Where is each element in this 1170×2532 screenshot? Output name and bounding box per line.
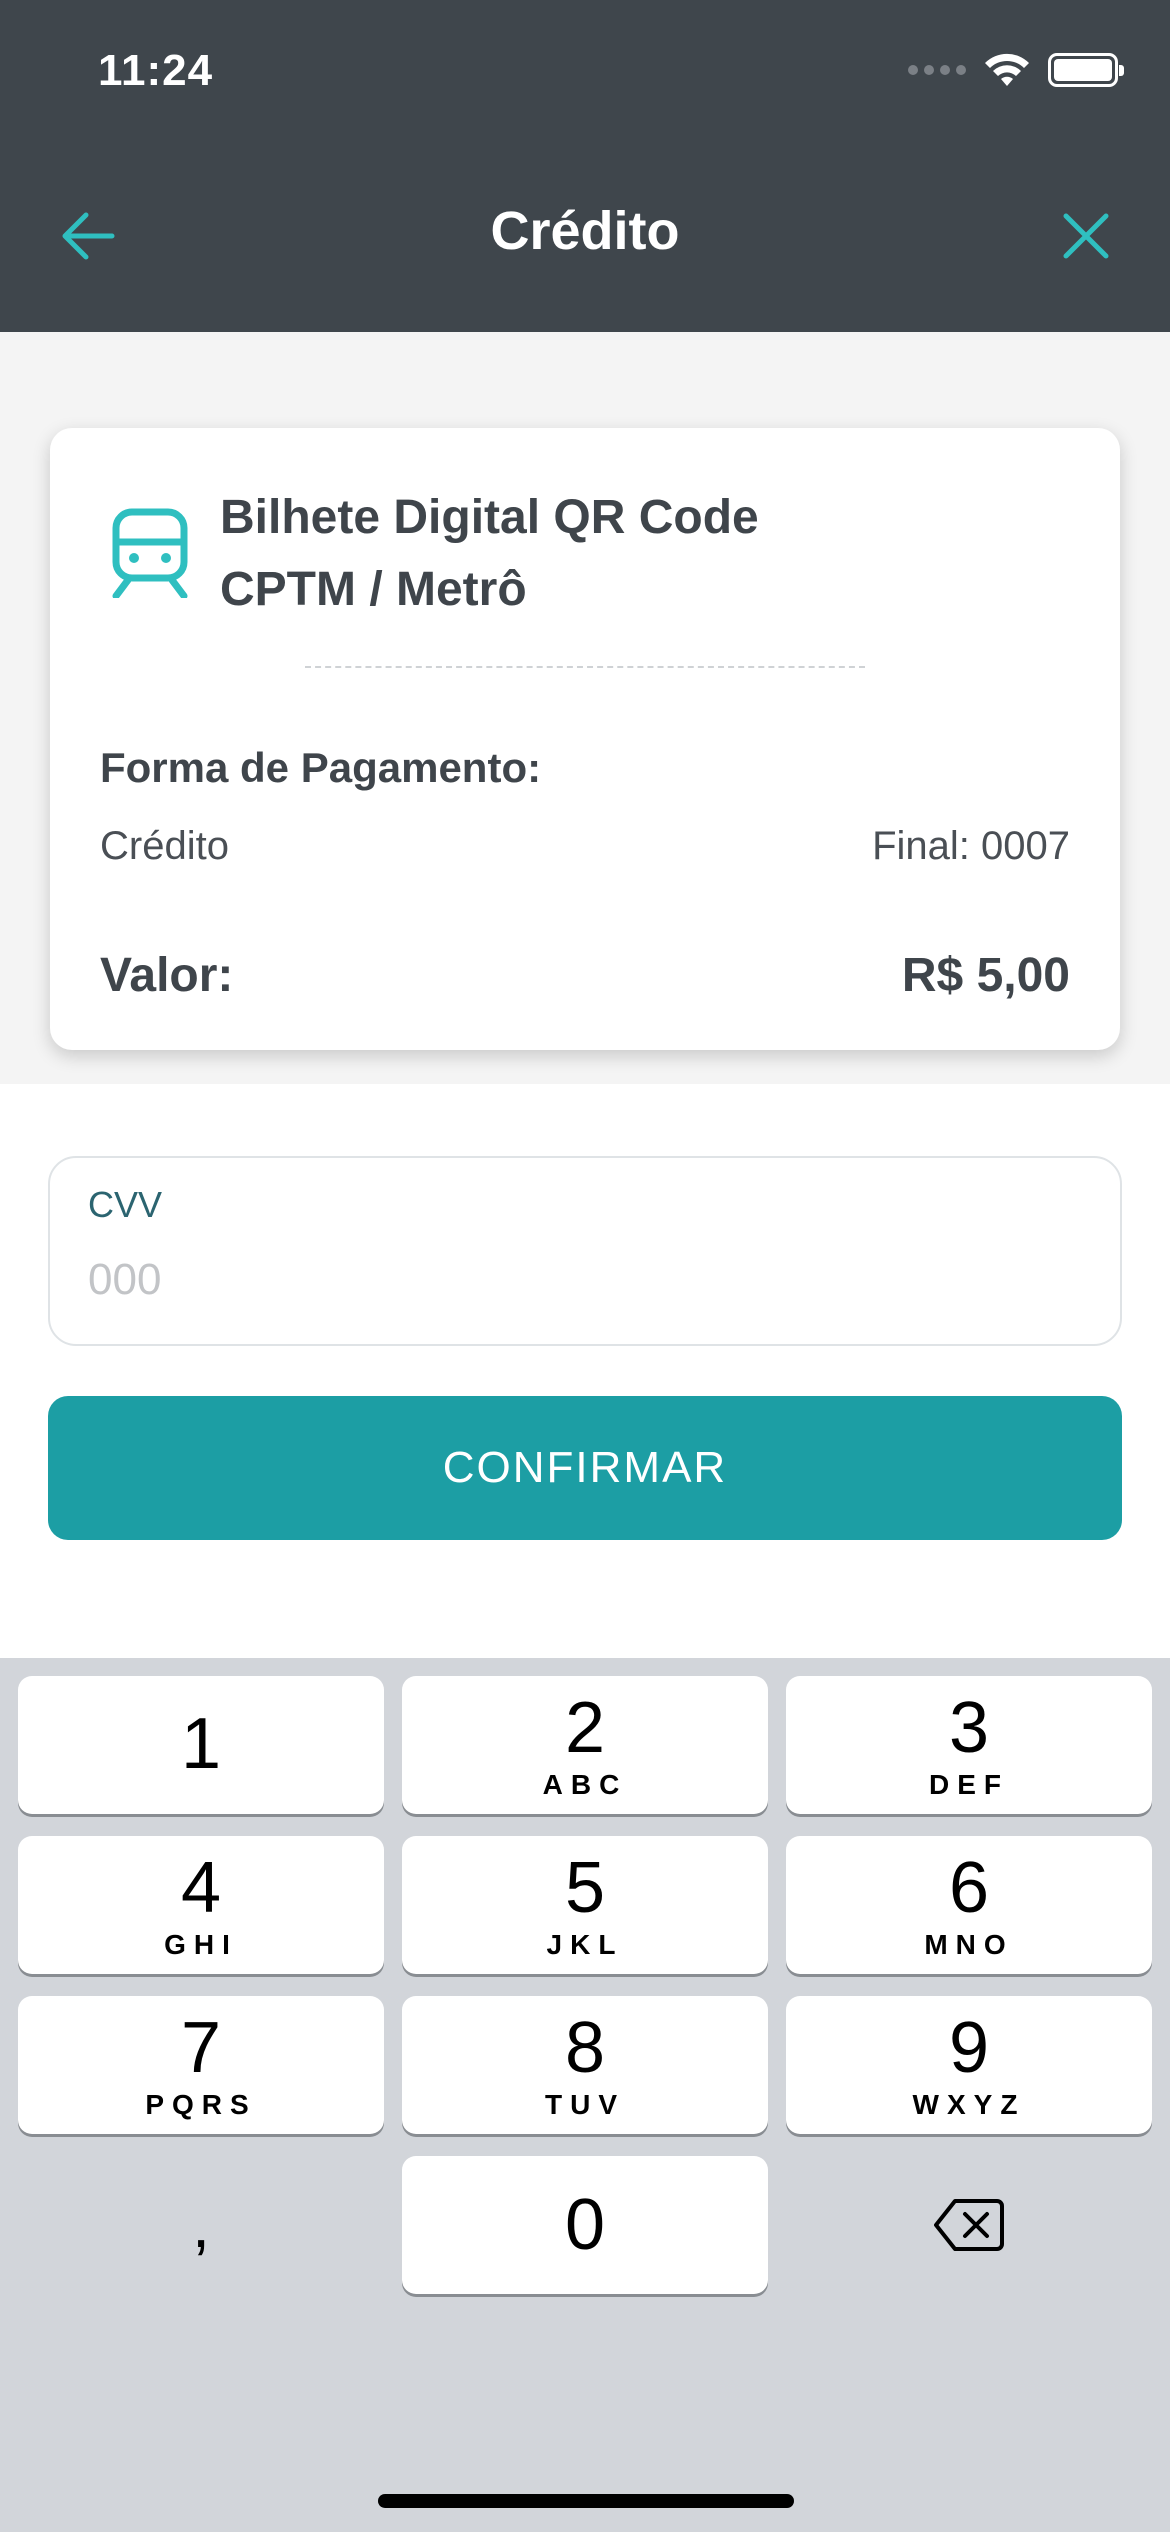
key-8[interactable]: 8 TUV <box>402 1996 768 2134</box>
backspace-icon <box>934 2199 1004 2251</box>
value-amount: R$ 5,00 <box>901 949 1070 1002</box>
key-digit: 3 <box>948 1688 990 1768</box>
wifi-icon <box>985 53 1029 86</box>
key-digit: 5 <box>564 1848 606 1928</box>
key-0[interactable]: 0 <box>402 2156 768 2294</box>
payment-method-label: Forma de Pagamento: <box>100 744 542 791</box>
cvv-form: CVV CONFIRMAR <box>0 1084 1170 1658</box>
key-7[interactable]: 7 PQRS <box>18 1996 384 2134</box>
signal-icon <box>908 65 966 75</box>
home-indicator <box>378 2494 794 2508</box>
key-digit: 4 <box>180 1848 222 1928</box>
close-icon <box>1063 213 1109 259</box>
status-icons <box>908 52 1124 88</box>
key-4[interactable]: 4 GHI <box>18 1836 384 1974</box>
card-final-digits: Final: 0007 <box>872 824 1070 868</box>
cvv-field[interactable]: CVV <box>48 1156 1122 1346</box>
close-button[interactable] <box>1046 196 1126 276</box>
value-label: Valor: <box>100 949 234 1002</box>
cvv-label: CVV <box>88 1184 163 1225</box>
key-3[interactable]: 3 DEF <box>786 1676 1152 1814</box>
key-digit: 6 <box>948 1848 990 1928</box>
key-digit: 9 <box>948 2008 990 2088</box>
backspace-key[interactable] <box>786 2156 1152 2294</box>
key-letters: WXYZ <box>912 2089 1026 2120</box>
key-6[interactable]: 6 MNO <box>786 1836 1152 1974</box>
ticket-summary-card: Bilhete Digital QR Code CPTM / Metrô For… <box>50 428 1120 1050</box>
key-digit: 2 <box>564 1688 606 1768</box>
page-title: Crédito <box>490 201 680 261</box>
key-letters: ABC <box>542 1769 628 1800</box>
key-1[interactable]: 1 <box>18 1676 384 1814</box>
key-9[interactable]: 9 WXYZ <box>786 1996 1152 2134</box>
key-5[interactable]: 5 JKL <box>402 1836 768 1974</box>
key-digit: 8 <box>564 2008 606 2088</box>
key-digit: 7 <box>180 2008 222 2088</box>
comma-label: , <box>192 2189 210 2261</box>
app-header: 11:24 Crédito <box>0 0 1170 332</box>
key-digit: 0 <box>564 2185 606 2265</box>
key-2[interactable]: 2 ABC <box>402 1676 768 1814</box>
key-digit: 1 <box>180 1704 222 1784</box>
train-icon <box>112 508 188 598</box>
ticket-title-line2: CPTM / Metrô <box>220 563 527 616</box>
payment-method-value: Crédito <box>100 824 229 868</box>
key-letters: JKL <box>546 1929 624 1960</box>
ticket-title: Bilhete Digital QR Code CPTM / Metrô <box>220 482 759 626</box>
key-letters: TUV <box>545 2089 625 2120</box>
dashed-divider <box>305 666 865 668</box>
battery-icon <box>1048 53 1124 87</box>
ticket-title-line1: Bilhete Digital QR Code <box>220 491 759 544</box>
cvv-input[interactable] <box>88 1250 688 1310</box>
key-comma[interactable]: , <box>18 2156 384 2294</box>
key-letters: PQRS <box>145 2089 257 2120</box>
key-letters: GHI <box>164 1929 238 1960</box>
status-time: 11:24 <box>98 46 214 95</box>
numeric-keyboard: 1 2 ABC 3 DEF 4 GHI 5 JKL 6 MNO 7 PQRS 8… <box>0 1658 1170 2532</box>
confirm-button[interactable]: CONFIRMAR <box>48 1396 1122 1540</box>
key-letters: MNO <box>924 1929 1014 1960</box>
key-letters: DEF <box>929 1769 1009 1800</box>
